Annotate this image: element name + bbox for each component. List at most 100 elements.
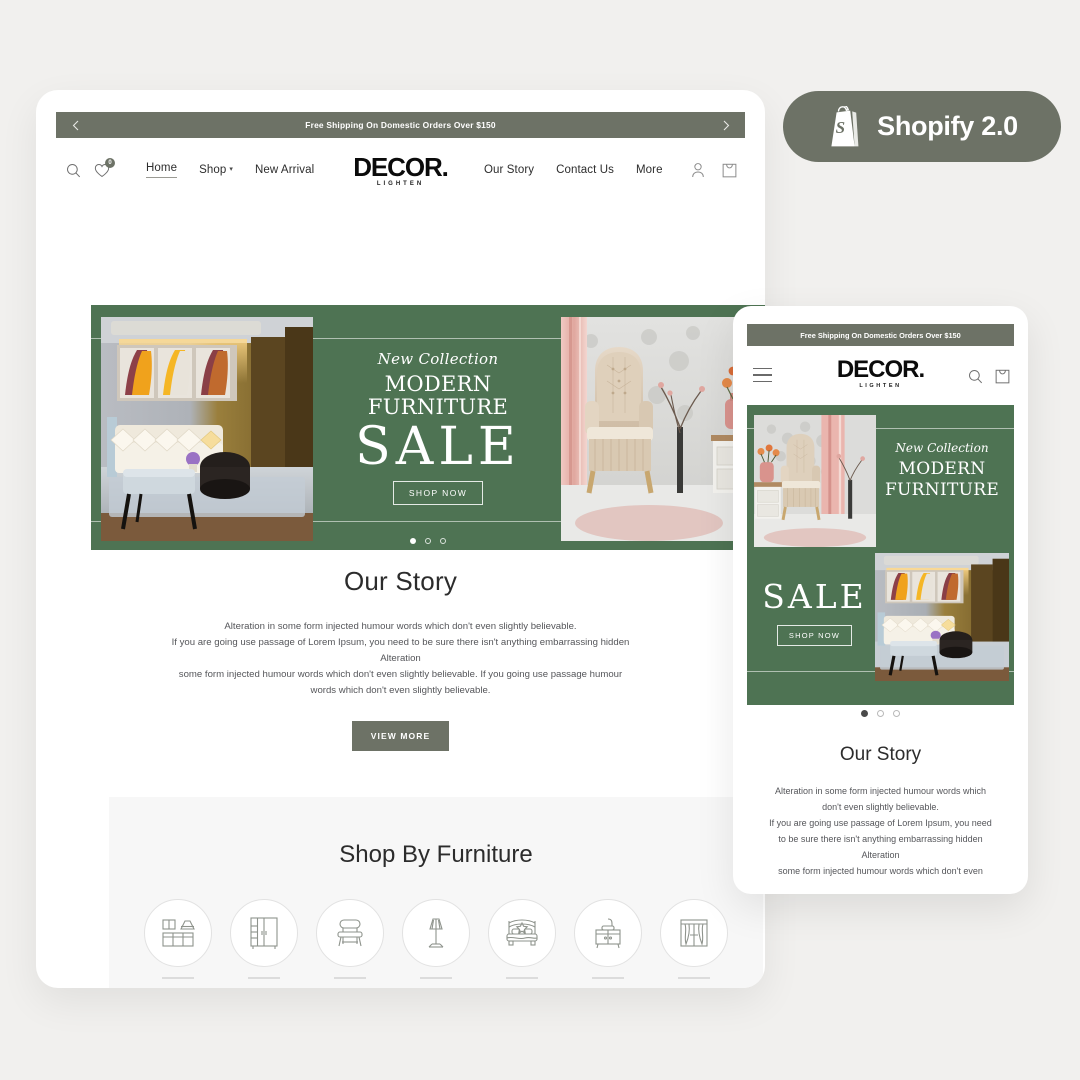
mobile-story-line-4: to be sure there isn't anything embarras…: [778, 834, 983, 845]
primary-nav-left: Home Shop ▾ New Arrival: [146, 162, 314, 178]
mobile-story-line-5: Alteration: [861, 850, 900, 861]
hero-heading: MODERN FURNITURE: [367, 372, 509, 420]
nav-item-shop[interactable]: Shop ▾: [199, 164, 233, 176]
wishlist-heart-icon[interactable]: 0: [94, 157, 115, 178]
nav-label: More: [636, 164, 663, 176]
shopify-badge-label: Shopify 2.0: [877, 111, 1018, 141]
hero-shop-now-button[interactable]: SHOP NOW: [392, 480, 484, 505]
hero-dot-3[interactable]: [440, 538, 446, 544]
shopify-version-badge: S Shopify 2.0: [783, 91, 1061, 162]
mobile-story-line-2: don't even slightly believable.: [822, 802, 939, 813]
category-underline: [248, 977, 280, 979]
furniture-category-row: Kitchen Cupboard: [109, 899, 763, 988]
nav-label: Contact Us: [556, 164, 614, 176]
furniture-category-chairs[interactable]: Chairs: [314, 899, 386, 988]
nav-item-contact-us[interactable]: Contact Us: [556, 164, 614, 176]
mobile-hero-shop-now-button[interactable]: SHOP NOW: [776, 625, 853, 646]
nav-label: Shop: [199, 164, 227, 176]
desktop-site-header: 0 Home Shop ▾ New Arrival DECOR. LIGHTEN: [36, 146, 765, 194]
search-icon[interactable]: [968, 368, 983, 384]
furniture-category-kitchen[interactable]: Kitchen: [142, 899, 214, 988]
mobile-hero-heading-line2: FURNITURE: [884, 480, 1000, 501]
category-underline: [678, 977, 710, 979]
table-lamp-icon: [402, 899, 470, 967]
hamburger-menu-icon[interactable]: [753, 368, 772, 387]
shopify-bag-icon: S: [826, 105, 862, 148]
kitchen-cabinet-icon: [144, 899, 212, 967]
shop-by-furniture-title: Shop By Furniture: [339, 841, 533, 868]
mobile-hero-eyebrow: New Collection: [895, 441, 989, 455]
header-utility-icons: 0: [66, 157, 115, 178]
bed-icon: [488, 899, 556, 967]
story-line-1: Alteration in some form injected humour …: [224, 621, 577, 632]
mobile-hero-dot-2[interactable]: [877, 710, 884, 717]
mobile-story-line-1: Alteration in some form injected humour …: [774, 786, 987, 796]
chevron-left-icon[interactable]: [62, 112, 88, 138]
chevron-down-icon: ▾: [229, 166, 233, 173]
hero-image-living-room: [101, 317, 313, 541]
furniture-category-beds[interactable]: Beds: [486, 899, 558, 988]
hero-dot-1[interactable]: [410, 538, 416, 544]
hero-sale-word: SALE: [355, 417, 521, 478]
search-icon[interactable]: [66, 163, 81, 178]
nav-item-new-arrival[interactable]: New Arrival: [255, 164, 314, 176]
chevron-right-icon[interactable]: [713, 112, 739, 138]
mobile-preview-card: Free Shipping On Domestic Orders Over $1…: [733, 306, 1028, 894]
wishlist-count-badge: 0: [105, 157, 115, 168]
category-underline: [162, 977, 194, 979]
story-line-4: some form injected humour words which do…: [178, 668, 623, 680]
furniture-category-wash-basin[interactable]: Wash Basin: [572, 899, 644, 988]
furniture-category-window[interactable]: Window: [658, 899, 730, 988]
mobile-hero-text-bottom: SALE SHOP NOW: [757, 580, 872, 646]
user-icon[interactable]: [691, 162, 705, 178]
mobile-hero-dot-3[interactable]: [893, 710, 900, 717]
category-underline: [592, 977, 624, 979]
nav-item-more[interactable]: More: [636, 164, 663, 176]
category-underline: [334, 977, 366, 979]
mobile-hero-sale-word: SALE: [762, 577, 867, 616]
mobile-hero-text-top: New Collection MODERN FURNITURE: [877, 441, 1007, 502]
mobile-announcement-text: Free Shipping On Domestic Orders Over $1…: [800, 330, 961, 340]
hero-dot-2[interactable]: [425, 538, 431, 544]
furniture-category-cupboard[interactable]: Cupboard: [228, 899, 300, 988]
shop-by-furniture-section: Shop By Furniture Kitchen: [109, 797, 763, 988]
mobile-announcement-bar: Free Shipping On Domestic Orders Over $1…: [747, 324, 1014, 346]
mobile-site-header: DECOR. LIGHTEN: [733, 356, 1028, 398]
nav-item-our-story[interactable]: Our Story: [484, 164, 534, 176]
svg-text:S: S: [836, 118, 845, 137]
site-logo[interactable]: DECOR. LIGHTEN: [353, 151, 449, 187]
desktop-hero-banner: New Collection MODERN FURNITURE SALE SHO…: [91, 305, 765, 550]
mobile-hero-dot-1[interactable]: [861, 710, 868, 717]
mobile-hero-image-armchair: [754, 415, 876, 547]
mobile-hero-heading-line1: MODERN: [898, 459, 986, 479]
wardrobe-icon: [230, 899, 298, 967]
story-line-2: If you are going use passage of Lorem Ip…: [171, 636, 630, 648]
mobile-hero-banner: New Collection MODERN FURNITURE SALE SHO…: [747, 405, 1014, 705]
mobile-hero-image-living-room: [875, 553, 1009, 681]
chair-icon: [316, 899, 384, 967]
desktop-our-story-section: Our Story Alteration in some form inject…: [36, 566, 765, 751]
furniture-category-table-lamp[interactable]: Table Lamp: [400, 899, 472, 988]
mobile-header-icons: [968, 368, 1010, 384]
mobile-story-line-6: some form injected humour words which do…: [778, 866, 983, 877]
our-story-paragraph: Alteration in some form injected humour …: [36, 619, 765, 699]
nav-label: Home: [146, 162, 178, 174]
announcement-text: Free Shipping On Domestic Orders Over $1…: [305, 120, 496, 130]
our-story-title: Our Story: [343, 566, 458, 596]
nav-label: Our Story: [484, 164, 535, 176]
shopping-bag-icon[interactable]: [995, 368, 1010, 384]
nav-label: New Arrival: [254, 164, 315, 176]
hero-eyebrow: New Collection: [377, 350, 499, 369]
hero-slider-dots: [91, 538, 765, 544]
mobile-site-logo[interactable]: DECOR. LIGHTEN: [836, 356, 925, 390]
nav-item-home[interactable]: Home: [146, 162, 178, 178]
category-underline: [420, 977, 452, 979]
view-more-button[interactable]: VIEW MORE: [351, 720, 450, 751]
mobile-logo-wordmark: DECOR.: [836, 356, 925, 383]
logo-wordmark: DECOR.: [353, 151, 449, 182]
mobile-our-story-section: Our Story Alteration in some form inject…: [733, 744, 1028, 879]
screenshot-stage: Free Shipping On Domestic Orders Over $1…: [0, 0, 1080, 1080]
hero-text-block: New Collection MODERN FURNITURE SALE SHO…: [313, 305, 563, 550]
mobile-logo-tagline: LIGHTEN: [859, 383, 902, 389]
shopping-bag-icon[interactable]: [722, 162, 737, 178]
